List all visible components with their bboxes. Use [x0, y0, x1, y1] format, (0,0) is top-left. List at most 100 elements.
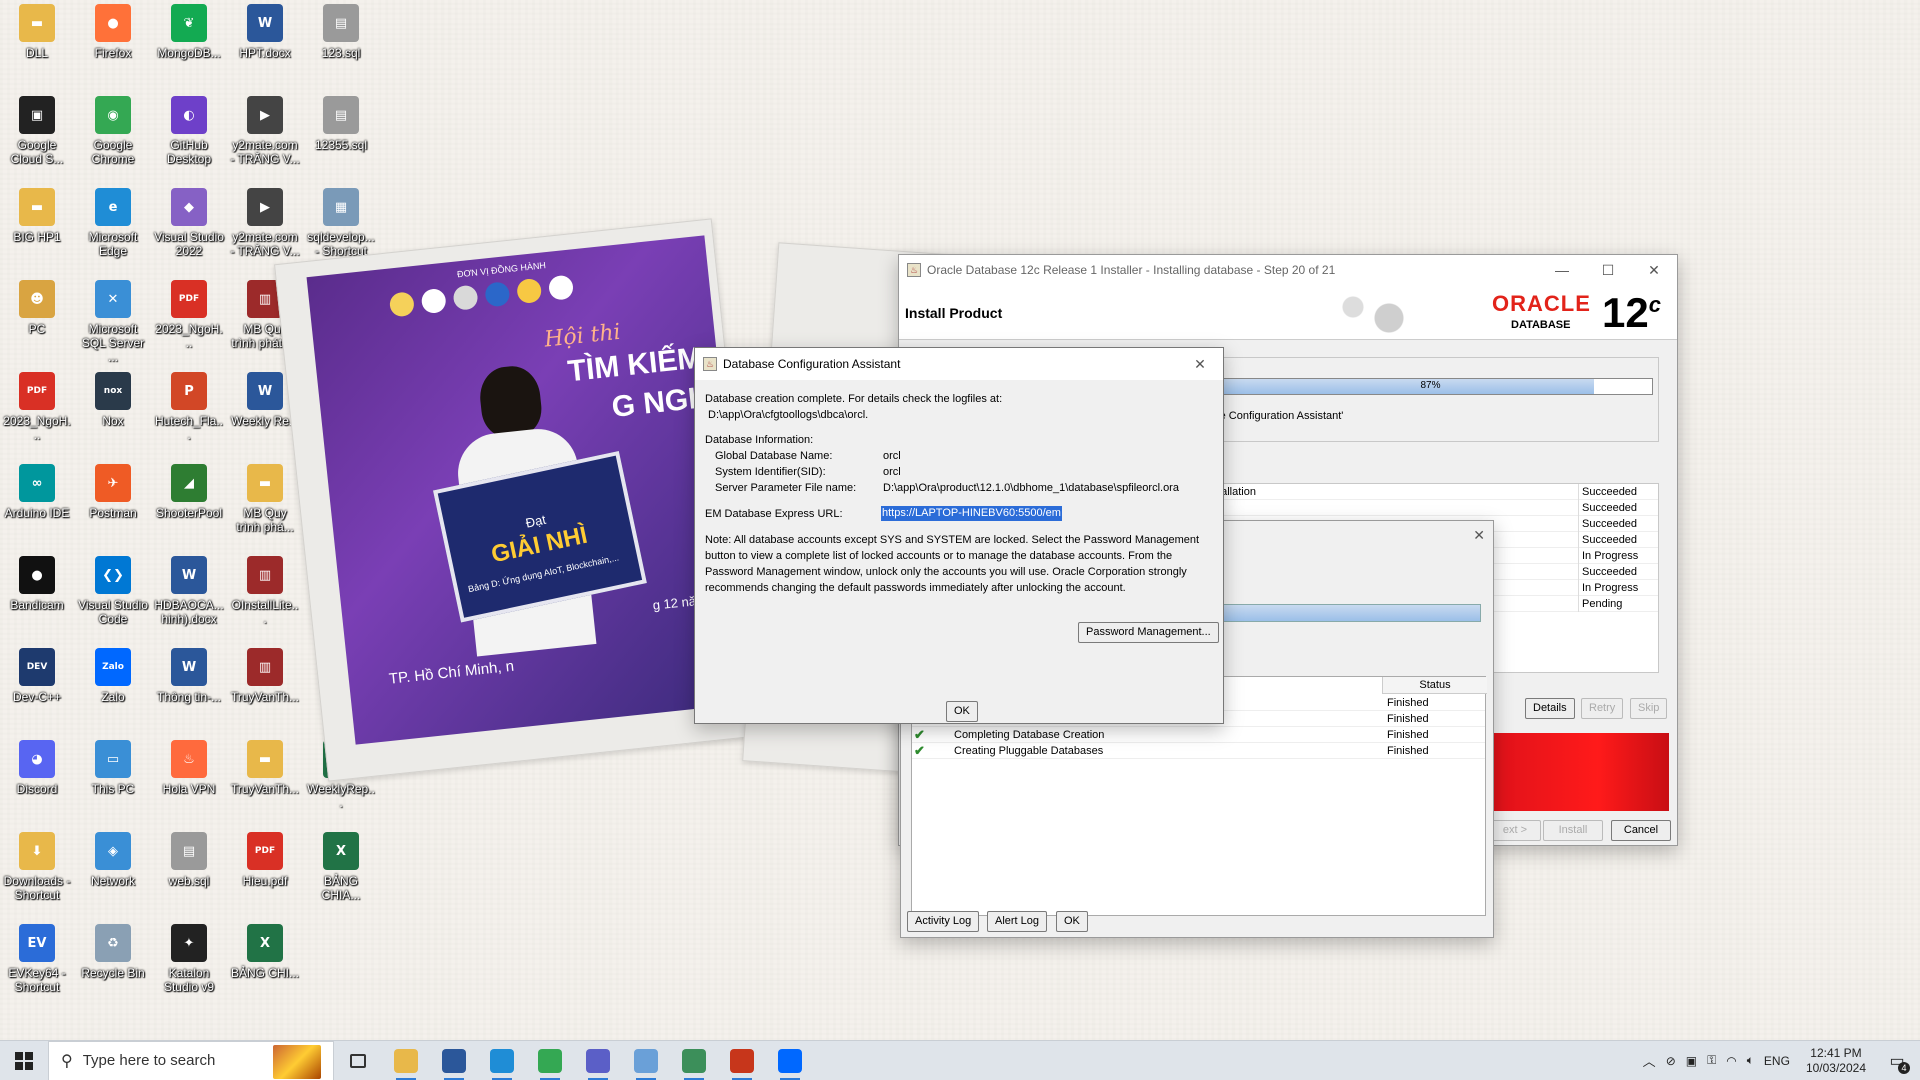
desktop-icon-label: Thông tin-...: [156, 690, 222, 704]
desktop-icon[interactable]: ❦ MongoDB...: [154, 4, 224, 60]
desktop-icon[interactable]: ∞ Arduino IDE: [2, 464, 72, 520]
next-button[interactable]: ext >: [1489, 820, 1541, 841]
edge-icon[interactable]: [478, 1041, 526, 1080]
network-status-icon[interactable]: ⊘: [1666, 1054, 1676, 1068]
maximize-icon[interactable]: ☐: [1585, 255, 1631, 285]
java-icon[interactable]: [718, 1041, 766, 1080]
desktop-icon[interactable]: ▤ 12355.sql: [306, 96, 376, 152]
desktop-icon[interactable]: X BẢNG CHI...: [230, 924, 300, 980]
desktop-icon[interactable]: ◆ Visual Studio 2022: [154, 188, 224, 258]
app-icon: ◢: [171, 464, 207, 502]
em-url-value[interactable]: https://LAPTOP-HINEBV60:5500/em: [881, 506, 1062, 521]
desktop-icon[interactable]: ✈ Postman: [78, 464, 148, 520]
desktop-icon[interactable]: ◕ Discord: [2, 740, 72, 796]
installer-titlebar[interactable]: ♨ Oracle Database 12c Release 1 Installe…: [899, 255, 1677, 285]
desktop-icon[interactable]: EV EVKey64 - Shortcut: [2, 924, 72, 994]
desktop-icon-label: y2mate.com - TRĂNG V...: [230, 230, 300, 258]
desktop-icon[interactable]: e Microsoft Edge: [78, 188, 148, 258]
language-indicator[interactable]: ENG: [1764, 1054, 1790, 1068]
minimize-icon[interactable]: —: [1539, 255, 1585, 285]
desktop-icon[interactable]: W HPT.docx: [230, 4, 300, 60]
desktop-icon[interactable]: Zalo Zalo: [78, 648, 148, 704]
desktop-icon[interactable]: ✦ Katalon Studio v9: [154, 924, 224, 994]
zalo-icon[interactable]: [766, 1041, 814, 1080]
snipping-tool-icon[interactable]: [622, 1041, 670, 1080]
task-status: Succeeded: [1578, 532, 1637, 548]
desktop-icon[interactable]: ▦ sqldevelop... - Shortcut: [306, 188, 376, 258]
teams-icon[interactable]: [574, 1041, 622, 1080]
desktop-icon-label: PC: [28, 322, 46, 336]
tray-app-icon[interactable]: ▣: [1686, 1054, 1697, 1068]
video-tool-icon[interactable]: [670, 1041, 718, 1080]
desktop-icon[interactable]: ⬇ Downloads - Shortcut: [2, 832, 72, 902]
desktop-icon-label: Katalon Studio v9: [163, 966, 215, 994]
desktop-icon[interactable]: ▬ TruyVanTh...: [230, 740, 300, 796]
desktop-icon[interactable]: W Thông tin-...: [154, 648, 224, 704]
install-button[interactable]: Install: [1543, 820, 1603, 841]
desktop-icon[interactable]: ▤ web.sql: [154, 832, 224, 888]
task-view-icon[interactable]: [334, 1041, 382, 1080]
desktop-icon[interactable]: ♨ Hola VPN: [154, 740, 224, 796]
desktop-icon[interactable]: ▥ TruyVanTh...: [230, 648, 300, 704]
desktop-icon[interactable]: PDF Hieu.pdf: [230, 832, 300, 888]
desktop-icon[interactable]: PDF 2023_NgoH...: [154, 280, 224, 350]
skip-button[interactable]: Skip: [1630, 698, 1668, 719]
close-icon[interactable]: ✕: [1177, 349, 1223, 379]
taskbar-search-box[interactable]: ⚲ Type here to search: [48, 1040, 334, 1080]
desktop-icon[interactable]: ◐ GitHub Desktop: [154, 96, 224, 166]
retry-button[interactable]: Retry: [1581, 698, 1624, 719]
desktop-icon[interactable]: ▶ y2mate.com - TRĂNG V...: [230, 188, 300, 258]
volume-icon[interactable]: 🔈︎: [1747, 1053, 1754, 1068]
progress-ok-button[interactable]: OK: [1056, 911, 1088, 932]
tray-app-icon-2[interactable]: ⚿: [1707, 1053, 1716, 1068]
desktop-icon[interactable]: nox Nox: [78, 372, 148, 428]
cancel-button[interactable]: Cancel: [1611, 820, 1671, 841]
wifi-icon[interactable]: ◠: [1726, 1054, 1736, 1068]
desktop-icon[interactable]: X BẢNG CHIA...: [306, 832, 376, 902]
chevron-up-icon[interactable]: ︿: [1643, 1051, 1656, 1070]
desktop-icon[interactable]: ▬ MB Quy trình phá...: [230, 464, 300, 534]
desktop-icon[interactable]: ▣ Google Cloud S...: [2, 96, 72, 166]
desktop-icon[interactable]: ✕ Microsoft SQL Server ...: [78, 280, 148, 364]
desktop-icon[interactable]: P Hutech_Fla...: [154, 372, 224, 442]
alert-log-button[interactable]: Alert Log: [987, 911, 1048, 932]
activity-log-button[interactable]: Activity Log: [907, 911, 980, 932]
desktop-icon[interactable]: PDF 2023_NgoH...: [2, 372, 72, 442]
desktop-icon[interactable]: ● Firefox: [78, 4, 148, 60]
password-management-button[interactable]: Password Management...: [1078, 622, 1219, 643]
java-icon: ♨: [907, 263, 921, 277]
dbca-titlebar[interactable]: ♨ Database Configuration Assistant ✕: [695, 348, 1223, 380]
desktop-icon[interactable]: ▶ y2mate.com - TRĂNG V...: [230, 96, 300, 166]
desktop-icon[interactable]: ◢ ShooterPool: [154, 464, 224, 520]
desktop-icon-label: MB Quy trình phá...: [236, 506, 294, 534]
desktop-icon[interactable]: DEV Dev-C++: [2, 648, 72, 704]
desktop-icon[interactable]: ● Bandicam: [2, 556, 72, 612]
file-explorer-icon[interactable]: [382, 1041, 430, 1080]
notification-center[interactable]: ▭ 4: [1884, 1048, 1910, 1074]
desktop-icon[interactable]: ◈ Network: [78, 832, 148, 888]
chrome-icon[interactable]: [526, 1041, 574, 1080]
close-icon[interactable]: ✕: [1631, 255, 1677, 285]
desktop-icon[interactable]: ♻ Recycle Bin: [78, 924, 148, 980]
desktop-icon-label: Hieu.pdf: [242, 874, 288, 888]
desktop-icon[interactable]: ▤ 123.sql: [306, 4, 376, 60]
desktop-icon[interactable]: ▬ BIG HP1: [2, 188, 72, 244]
event-photo: ĐƠN VỊ ĐỒNG HÀNH Hội thi TÌM KIẾM G NGH …: [306, 235, 754, 745]
start-button[interactable]: [0, 1041, 48, 1080]
progress-dialog-close-icon[interactable]: ✕: [1473, 527, 1485, 544]
desktop-icon[interactable]: ❮❯ Visual Studio Code: [78, 556, 148, 626]
details-button[interactable]: Details: [1525, 698, 1575, 719]
clock[interactable]: 12:41 PM 10/03/2024: [1806, 1046, 1866, 1076]
dbca-ok-button[interactable]: OK: [946, 701, 978, 722]
desktop-icon[interactable]: ◉ Google Chrome: [78, 96, 148, 166]
word-icon[interactable]: [430, 1041, 478, 1080]
desktop-icon[interactable]: ▥ OInstallLite...: [230, 556, 300, 626]
desktop-icon[interactable]: ▭ This PC: [78, 740, 148, 796]
desktop-icon[interactable]: ▬ DLL: [2, 4, 72, 60]
step-table-header: Status: [1382, 677, 1487, 694]
desktop-icon[interactable]: W HDBAOCA... hinh).docx: [154, 556, 224, 626]
taskbar-app-glyph: [442, 1048, 466, 1073]
desktop-icon[interactable]: ☻ PC: [2, 280, 72, 336]
app-icon: ▥: [247, 648, 283, 686]
sponsor-logos: [388, 274, 575, 318]
